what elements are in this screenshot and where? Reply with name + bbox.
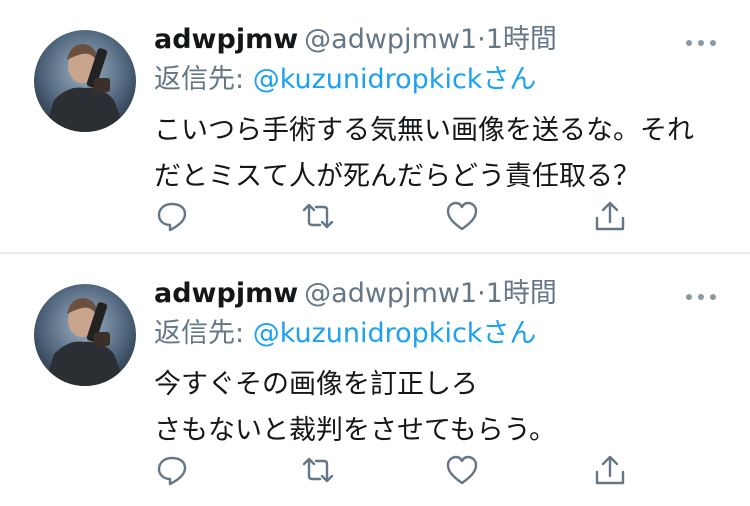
separator: ·: [477, 24, 486, 55]
share-icon[interactable]: [590, 196, 630, 236]
reply-suffix: さん: [482, 64, 537, 95]
tweet-text: こいつら手術する気無い画像を送るな。それ だとミスて人が死んだらどう責任取る？: [154, 108, 724, 200]
heart-icon[interactable]: [442, 450, 482, 490]
tweet-header: adwpjmw @adwpjmw1·1時間: [154, 274, 557, 314]
tweet-text: 今すぐその画像を訂正しろ さもないと裁判をさせてもらう。: [154, 362, 724, 454]
reply-prefix: 返信先:: [154, 64, 253, 95]
more-icon[interactable]: [684, 288, 718, 300]
reply-mention-link[interactable]: @kuzunidropkick: [253, 64, 483, 95]
tweet-header: adwpjmw @adwpjmw1·1時間: [154, 20, 557, 60]
tweet[interactable]: adwpjmw @adwpjmw1·1時間 返信先: @kuzunidropkic…: [0, 254, 750, 506]
tweet-text-line: 今すぐその画像を訂正しろ: [154, 369, 478, 400]
tweet[interactable]: adwpjmw @adwpjmw1·1時間 返信先: @kuzunidropkic…: [0, 0, 750, 252]
heart-icon[interactable]: [442, 196, 482, 236]
tweet-actions: [0, 196, 750, 236]
display-name[interactable]: adwpjmw: [154, 278, 298, 309]
timestamp[interactable]: 1時間: [486, 278, 557, 309]
reply-prefix: 返信先:: [154, 318, 253, 349]
reply-icon[interactable]: [152, 450, 192, 490]
display-name[interactable]: adwpjmw: [154, 24, 298, 55]
reply-context: 返信先: @kuzunidropkickさん: [154, 314, 536, 354]
share-icon[interactable]: [590, 450, 630, 490]
reply-mention-link[interactable]: @kuzunidropkick: [253, 318, 483, 349]
avatar[interactable]: [34, 284, 136, 386]
avatar-image: [34, 284, 136, 386]
tweet-actions: [0, 450, 750, 490]
tweet-text-line: さもないと裁判をさせてもらう。: [154, 415, 557, 446]
tweet-text-line: こいつら手術する気無い画像を送るな。それ: [154, 115, 694, 146]
user-handle[interactable]: @adwpjmw1: [304, 278, 477, 309]
tweet-text-line: だとミスて人が死んだらどう責任取る？: [154, 161, 640, 192]
avatar[interactable]: [34, 30, 136, 132]
user-handle[interactable]: @adwpjmw1: [304, 24, 477, 55]
avatar-image: [34, 30, 136, 132]
reply-suffix: さん: [482, 318, 537, 349]
separator: ·: [477, 278, 486, 309]
reply-context: 返信先: @kuzunidropkickさん: [154, 60, 536, 100]
timestamp[interactable]: 1時間: [486, 24, 557, 55]
retweet-icon[interactable]: [298, 450, 338, 490]
retweet-icon[interactable]: [298, 196, 338, 236]
reply-icon[interactable]: [152, 196, 192, 236]
more-icon[interactable]: [684, 34, 718, 46]
